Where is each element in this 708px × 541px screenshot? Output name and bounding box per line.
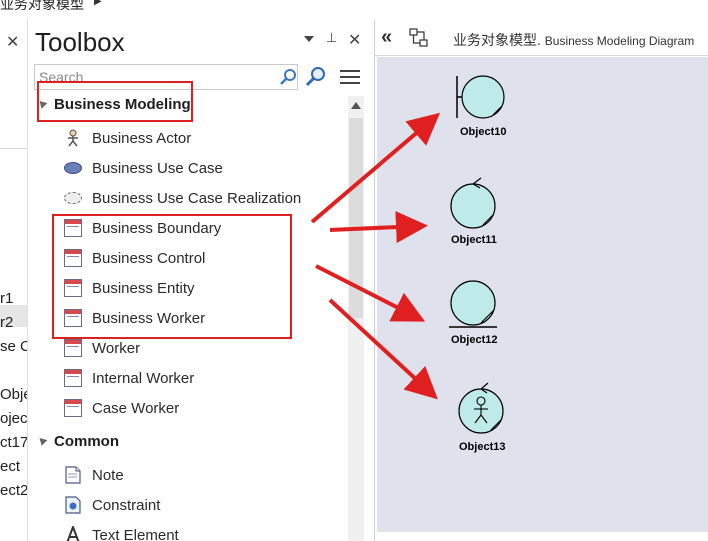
menu-icon[interactable] (340, 70, 360, 86)
toolbox-scrollbar[interactable] (348, 96, 364, 541)
object-label[interactable]: Object13 (459, 441, 505, 453)
toolbox-item-label: Text Element (92, 526, 179, 541)
toolbox-item-label: Business Actor (92, 129, 192, 147)
scroll-thumb[interactable] (349, 118, 363, 318)
close-icon[interactable]: ✕ (348, 30, 361, 50)
toolbox-item-business-worker[interactable]: Business Worker (64, 304, 344, 332)
toolbox-item-business-use-case-realization[interactable]: Business Use Case Realization (64, 184, 344, 212)
breadcrumb: 业务对象模型 ▶ (0, 0, 708, 14)
toolbox-item-label: Business Entity (92, 279, 195, 297)
tree-item-fragment[interactable]: se C (0, 338, 27, 355)
diagram-pane: « 业务对象模型. Business Modeling Diagram Obje… (374, 20, 708, 541)
constraint-icon (65, 496, 81, 514)
toolbox-item-label: Business Boundary (92, 219, 222, 237)
object-label[interactable]: Object11 (451, 234, 497, 246)
group-header-common[interactable]: Common (36, 433, 119, 457)
panel-divider (0, 148, 27, 149)
collapse-panel-icon[interactable]: « (381, 26, 392, 49)
business-entity-shape[interactable] (445, 279, 501, 331)
use-case-icon (64, 162, 82, 174)
group-label: Common (54, 433, 119, 450)
business-worker-shape[interactable] (453, 379, 509, 437)
diagram-tab-title[interactable]: 业务对象模型. Business Modeling Diagram (453, 30, 694, 50)
pin-icon[interactable]: ⊥ (326, 30, 337, 46)
tree-item-fragment[interactable]: Obje (0, 386, 27, 403)
tree-item-fragment[interactable]: ect2 (0, 482, 27, 499)
object-label[interactable]: Object12 (451, 334, 497, 346)
note-icon (65, 466, 81, 484)
use-case-realization-icon (64, 192, 82, 204)
diagram-package-name: 业务对象模型. (453, 32, 541, 48)
diagram-canvas[interactable]: Object10 Object11 Object12 Object13 (377, 57, 708, 532)
dropdown-arrow-icon[interactable] (304, 36, 314, 42)
toolbox-item-note[interactable]: Note (64, 461, 344, 489)
toolbox-item-case-worker[interactable]: Case Worker (64, 394, 344, 422)
collapse-triangle-icon (36, 435, 48, 446)
tree-item-fragment[interactable]: r2 (0, 314, 13, 331)
toolbox-item-text-element[interactable]: Text Element (64, 521, 344, 541)
find-icon[interactable] (304, 65, 328, 89)
toolbox-item-label: Case Worker (92, 399, 180, 417)
actor-icon (68, 129, 78, 147)
class-icon (64, 279, 82, 297)
class-icon (64, 369, 82, 387)
search-icon[interactable] (279, 68, 297, 86)
toolbox-item-label: Business Use Case Realization (92, 189, 302, 207)
search-field[interactable] (34, 64, 298, 90)
toolbox-item-business-entity[interactable]: Business Entity (64, 274, 344, 302)
toolbox-item-business-actor[interactable]: Business Actor (64, 124, 344, 152)
close-icon[interactable]: ✕ (6, 32, 19, 52)
diagram-name: Business Modeling Diagram (544, 34, 695, 48)
toolbox-item-label: Worker (92, 339, 141, 357)
toolbox-item-label: Business Use Case (92, 159, 223, 177)
toolbox-list: Business Modeling Business Actor Busines… (28, 92, 346, 541)
toolbox-item-business-control[interactable]: Business Control (64, 244, 344, 272)
group-label: Business Modeling (54, 96, 191, 113)
tree-item-fragment[interactable]: ect (0, 458, 20, 475)
business-control-shape[interactable] (445, 174, 501, 232)
business-boundary-shape[interactable] (451, 70, 511, 124)
collapse-triangle-icon (36, 98, 48, 109)
class-icon (64, 399, 82, 417)
toolbox-item-business-boundary[interactable]: Business Boundary (64, 214, 344, 242)
diagram-type-icon (409, 28, 428, 47)
tree-item-fragment[interactable]: oject (0, 410, 27, 427)
group-header-business-modeling[interactable]: Business Modeling (36, 96, 191, 120)
toolbox-item-internal-worker[interactable]: Internal Worker (64, 364, 344, 392)
project-browser-panel: ✕ r1 r2 se C Obje oject ct17 ect ect2 (0, 18, 28, 541)
toolbox-item-label: Constraint (92, 496, 161, 514)
toolbox-item-business-use-case[interactable]: Business Use Case (64, 154, 344, 182)
toolbox-item-worker[interactable]: Worker (64, 334, 344, 362)
class-icon (64, 339, 82, 357)
toolbox-panel: Toolbox ⊥ ✕ Business Modeling Business A… (28, 18, 372, 541)
toolbox-item-constraint[interactable]: Constraint (64, 491, 344, 519)
text-element-icon (66, 526, 80, 541)
search-input[interactable] (39, 68, 267, 86)
breadcrumb-text[interactable]: 业务对象模型 (0, 0, 84, 14)
object-label[interactable]: Object10 (460, 126, 506, 138)
breadcrumb-arrow-icon[interactable]: ▶ (94, 0, 102, 7)
scroll-up-icon[interactable] (351, 102, 361, 109)
class-icon (64, 249, 82, 267)
toolbox-item-label: Note (92, 466, 124, 484)
tree-item-fragment[interactable]: r1 (0, 290, 13, 307)
class-icon (64, 309, 82, 327)
toolbox-item-label: Business Worker (92, 309, 206, 327)
class-icon (64, 219, 82, 237)
toolbox-item-label: Business Control (92, 249, 206, 267)
toolbox-item-label: Internal Worker (92, 369, 195, 387)
diagram-header: « 业务对象模型. Business Modeling Diagram (375, 20, 708, 56)
tree-item-fragment[interactable]: ct17 (0, 434, 27, 451)
toolbox-title: Toolbox (35, 27, 125, 57)
